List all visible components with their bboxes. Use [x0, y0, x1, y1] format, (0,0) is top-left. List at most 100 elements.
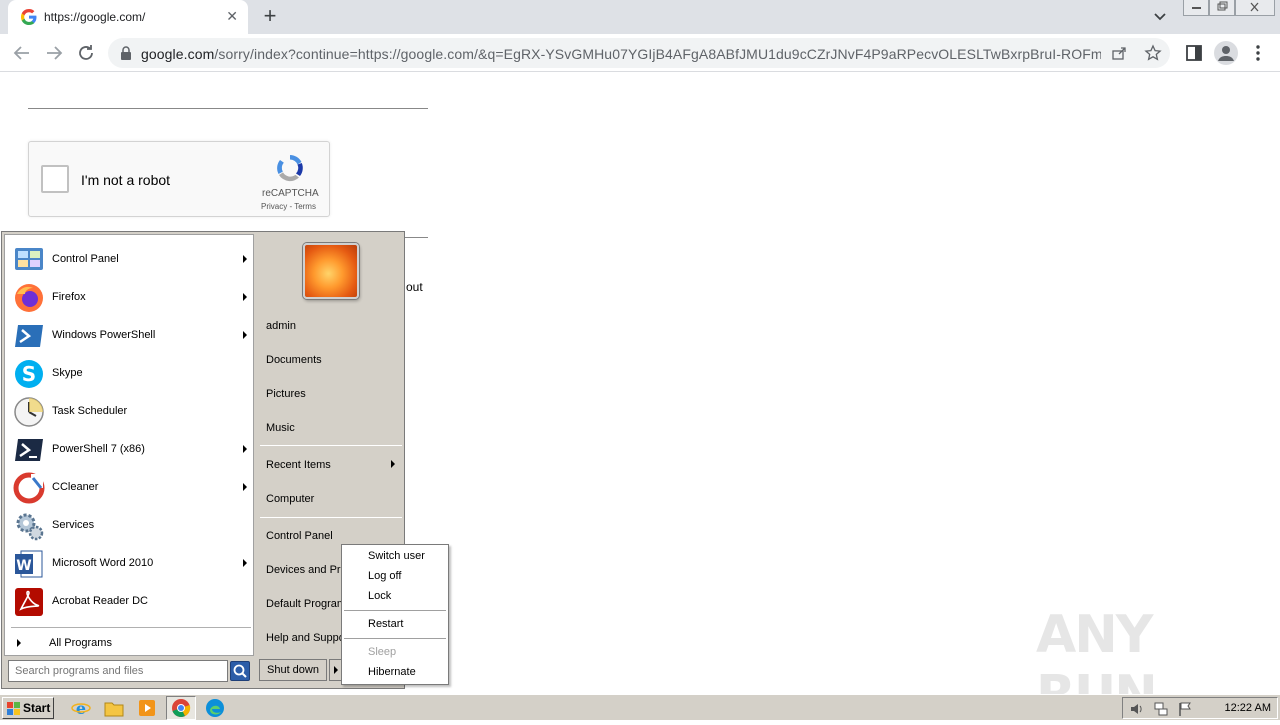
- media-player-icon[interactable]: [136, 698, 158, 718]
- network-icon[interactable]: [1153, 701, 1169, 717]
- forward-icon[interactable]: [42, 41, 66, 65]
- recaptcha-brand: reCAPTCHA: [262, 188, 319, 199]
- separator: [344, 638, 446, 639]
- program-label: PowerShell 7 (x86): [52, 443, 145, 455]
- acrobat-icon: [15, 588, 43, 616]
- program-control-panel[interactable]: Control Panel: [9, 241, 253, 277]
- menu-item-log-off[interactable]: Log off: [368, 570, 401, 582]
- search-input[interactable]: [15, 662, 225, 680]
- start-link-music[interactable]: Music: [266, 422, 295, 434]
- search-icon: [233, 664, 247, 678]
- restore-button[interactable]: [1209, 0, 1235, 16]
- minimize-button[interactable]: [1183, 0, 1209, 16]
- menu-item-restart[interactable]: Restart: [368, 618, 403, 630]
- lock-icon[interactable]: [120, 46, 132, 60]
- share-icon[interactable]: [1111, 45, 1127, 61]
- chevron-right-icon: [17, 639, 21, 647]
- svg-text:S: S: [22, 362, 36, 386]
- menu-item-lock[interactable]: Lock: [368, 590, 391, 602]
- start-link-computer[interactable]: Computer: [266, 493, 314, 505]
- start-link-control-panel[interactable]: Control Panel: [266, 530, 333, 542]
- separator: [260, 445, 402, 446]
- new-tab-button[interactable]: +: [258, 4, 282, 28]
- close-tab-icon[interactable]: ✕: [226, 8, 238, 25]
- chevron-right-icon: [391, 460, 395, 468]
- browser-tab[interactable]: https://google.com/ ✕: [8, 0, 248, 34]
- url-path: /sorry/index?continue=https://google.com…: [214, 46, 1101, 62]
- chrome-icon: [172, 699, 191, 717]
- program-ccleaner[interactable]: CCleaner: [9, 469, 253, 505]
- start-link-devices[interactable]: Devices and Pri: [266, 564, 343, 576]
- taskbar-chrome-button[interactable]: [166, 696, 196, 720]
- start-link-default-programs[interactable]: Default Program: [266, 598, 346, 610]
- program-label: Acrobat Reader DC: [52, 595, 148, 607]
- volume-icon[interactable]: [1129, 701, 1145, 717]
- windows-logo-icon: [7, 702, 20, 715]
- program-label: Firefox: [52, 291, 86, 303]
- submenu-arrow-icon: [243, 483, 247, 491]
- file-explorer-icon[interactable]: [103, 698, 125, 718]
- user-picture[interactable]: [303, 243, 359, 299]
- program-acrobat-reader[interactable]: Acrobat Reader DC: [9, 583, 253, 619]
- search-button[interactable]: [230, 661, 250, 681]
- action-center-flag-icon[interactable]: [1177, 701, 1193, 717]
- start-link-recent-items[interactable]: Recent Items: [266, 459, 331, 471]
- clock[interactable]: 12:22 AM: [1225, 702, 1271, 714]
- shut-down-button[interactable]: Shut down: [259, 659, 327, 681]
- start-button[interactable]: Start: [2, 697, 54, 719]
- chevron-down-icon[interactable]: [1150, 6, 1170, 26]
- url-text[interactable]: google.com/sorry/index?continue=https://…: [141, 46, 1101, 62]
- internet-explorer-icon[interactable]: e: [70, 698, 92, 718]
- tab-title: https://google.com/: [44, 10, 146, 24]
- close-window-button[interactable]: [1235, 0, 1275, 16]
- captcha-checkbox[interactable]: [41, 165, 69, 193]
- program-label: Windows PowerShell: [52, 329, 156, 341]
- powershell-icon: [15, 325, 43, 347]
- program-skype[interactable]: S Skype: [9, 355, 253, 391]
- recaptcha-links[interactable]: Privacy - Terms: [261, 202, 316, 211]
- kebab-menu-icon[interactable]: [1246, 41, 1270, 65]
- taskbar: Start e 12:22 AM: [0, 694, 1280, 720]
- reload-icon[interactable]: [74, 41, 98, 65]
- program-windows-powershell[interactable]: Windows PowerShell: [9, 317, 253, 353]
- back-icon[interactable]: [10, 41, 34, 65]
- submenu-arrow-icon: [243, 255, 247, 263]
- profile-avatar[interactable]: [1214, 41, 1238, 65]
- minimize-icon: [1192, 7, 1201, 9]
- separator: [344, 610, 446, 611]
- google-icon: [21, 9, 37, 25]
- menu-item-hibernate[interactable]: Hibernate: [368, 666, 416, 678]
- program-firefox[interactable]: Firefox: [9, 279, 253, 315]
- control-panel-icon: [15, 248, 43, 270]
- system-tray: 12:22 AM: [1122, 697, 1278, 719]
- start-search-box[interactable]: [8, 660, 228, 682]
- program-word-2010[interactable]: W Microsoft Word 2010: [9, 545, 253, 581]
- start-link-documents[interactable]: Documents: [266, 354, 322, 366]
- bookmark-star-icon[interactable]: [1144, 44, 1162, 62]
- divider: [28, 108, 428, 109]
- address-bar[interactable]: google.com/sorry/index?continue=https://…: [108, 38, 1170, 68]
- browser-toolbar: google.com/sorry/index?continue=https://…: [0, 34, 1280, 72]
- start-link-admin[interactable]: admin: [266, 320, 296, 332]
- start-link-help[interactable]: Help and Suppo: [266, 632, 345, 644]
- program-powershell-7[interactable]: PowerShell 7 (x86): [9, 431, 253, 467]
- start-link-pictures[interactable]: Pictures: [266, 388, 306, 400]
- menu-item-switch-user[interactable]: Switch user: [368, 550, 425, 562]
- program-label: Task Scheduler: [52, 405, 128, 417]
- side-panel-icon[interactable]: [1182, 41, 1206, 65]
- svg-text:e: e: [76, 699, 86, 718]
- close-icon: [1250, 2, 1259, 12]
- program-task-scheduler[interactable]: Task Scheduler: [9, 393, 253, 429]
- recaptcha-widget: I'm not a robot reCAPTCHA Privacy - Term…: [28, 141, 330, 217]
- edge-icon[interactable]: [204, 698, 226, 718]
- recaptcha-logo-icon: [277, 155, 303, 182]
- services-icon: [16, 513, 44, 541]
- word-icon: W: [15, 550, 43, 578]
- submenu-arrow-icon: [243, 331, 247, 339]
- start-label: Start: [23, 701, 51, 715]
- menu-item-sleep: Sleep: [368, 646, 397, 658]
- person-icon: [1218, 46, 1234, 61]
- program-services[interactable]: Services: [9, 507, 253, 543]
- all-programs-button[interactable]: All Programs: [9, 633, 253, 655]
- program-label: Services: [52, 519, 95, 531]
